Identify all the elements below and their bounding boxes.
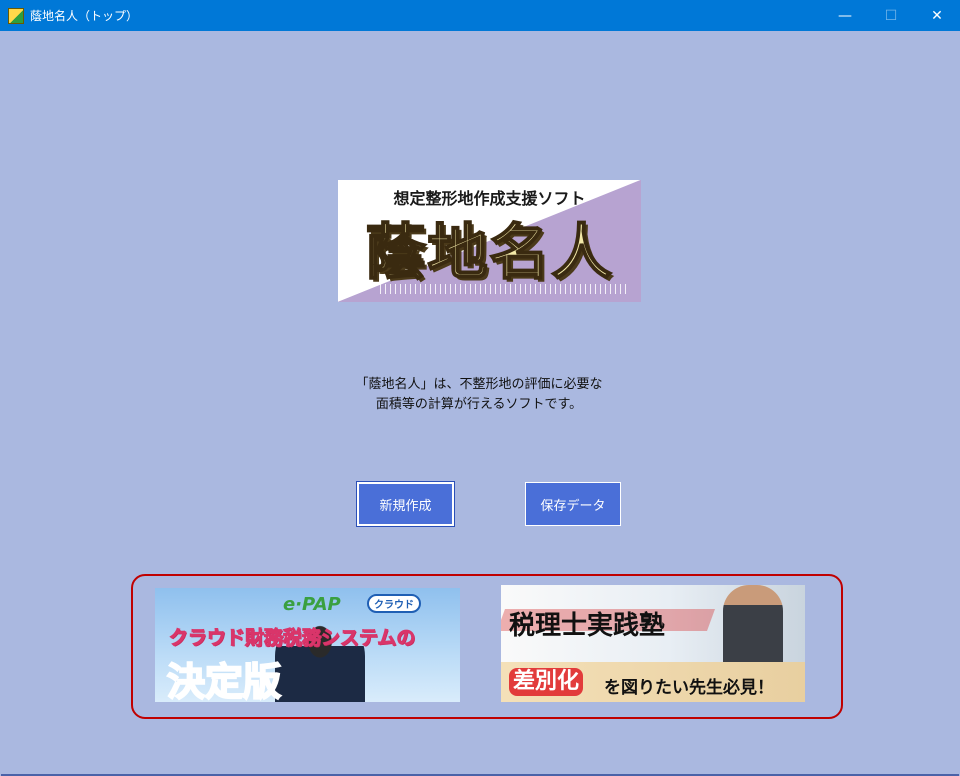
app-description: 「蔭地名人」は、不整形地の評価に必要な 面積等の計算が行えるソフトです。: [0, 375, 958, 415]
window-title: 蔭地名人（トップ）: [30, 9, 139, 23]
maximize-button[interactable]: ☐: [868, 0, 914, 31]
saved-data-button[interactable]: 保存データ: [525, 482, 621, 526]
cloud-badge: クラウド: [367, 594, 421, 613]
app-logo: 想定整形地作成支援ソフト 蔭地名人: [338, 180, 641, 302]
close-button[interactable]: ✕: [914, 0, 960, 31]
description-line-1: 「蔭地名人」は、不整形地の評価に必要な: [355, 377, 603, 392]
app-icon: [8, 7, 24, 24]
epap-banner[interactable]: e·PAP クラウド クラウド財務税務システムの 決定版: [155, 588, 460, 702]
minimize-button[interactable]: —: [822, 0, 868, 31]
tax-school-banner[interactable]: 税理士実践塾 差別化 を図りたい先生必見！: [501, 585, 805, 702]
logo-title: 蔭地名人: [365, 217, 614, 289]
title-bar: 蔭地名人（トップ） — ☐ ✕: [0, 0, 960, 31]
tax-school-tagline: を図りたい先生必見！: [604, 678, 774, 698]
epap-banner-line-1: クラウド財務税務システムの: [168, 627, 416, 650]
window-controls: — ☐ ✕: [822, 0, 960, 31]
tax-school-title: 税理士実践塾: [509, 611, 666, 641]
new-project-button[interactable]: 新規作成: [356, 481, 455, 527]
epap-logo: e·PAP: [283, 594, 341, 615]
description-line-2: 面積等の計算が行えるソフトです。: [375, 397, 583, 412]
differentiation-tag: 差別化: [509, 668, 584, 696]
epap-banner-line-2: 決定版: [166, 658, 282, 702]
